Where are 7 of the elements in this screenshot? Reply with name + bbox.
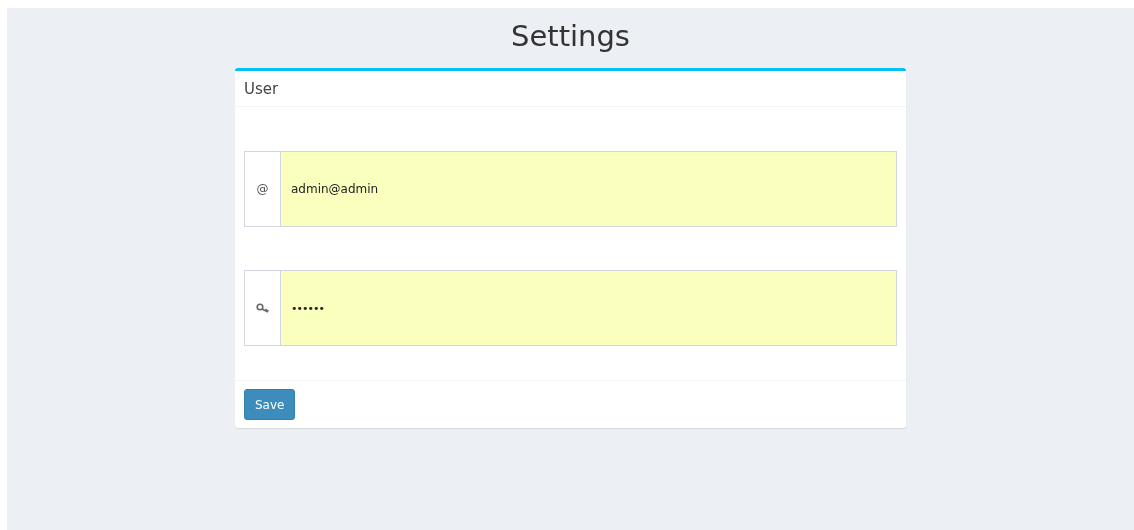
at-sign: @ [256,182,269,196]
save-button[interactable]: Save [244,389,296,420]
page-title: Settings [511,18,630,55]
key-icon [255,303,270,313]
card-title: User [244,79,279,98]
input-field[interactable]: •••••• [280,270,897,346]
input-field[interactable]: admin@admin [280,151,897,227]
